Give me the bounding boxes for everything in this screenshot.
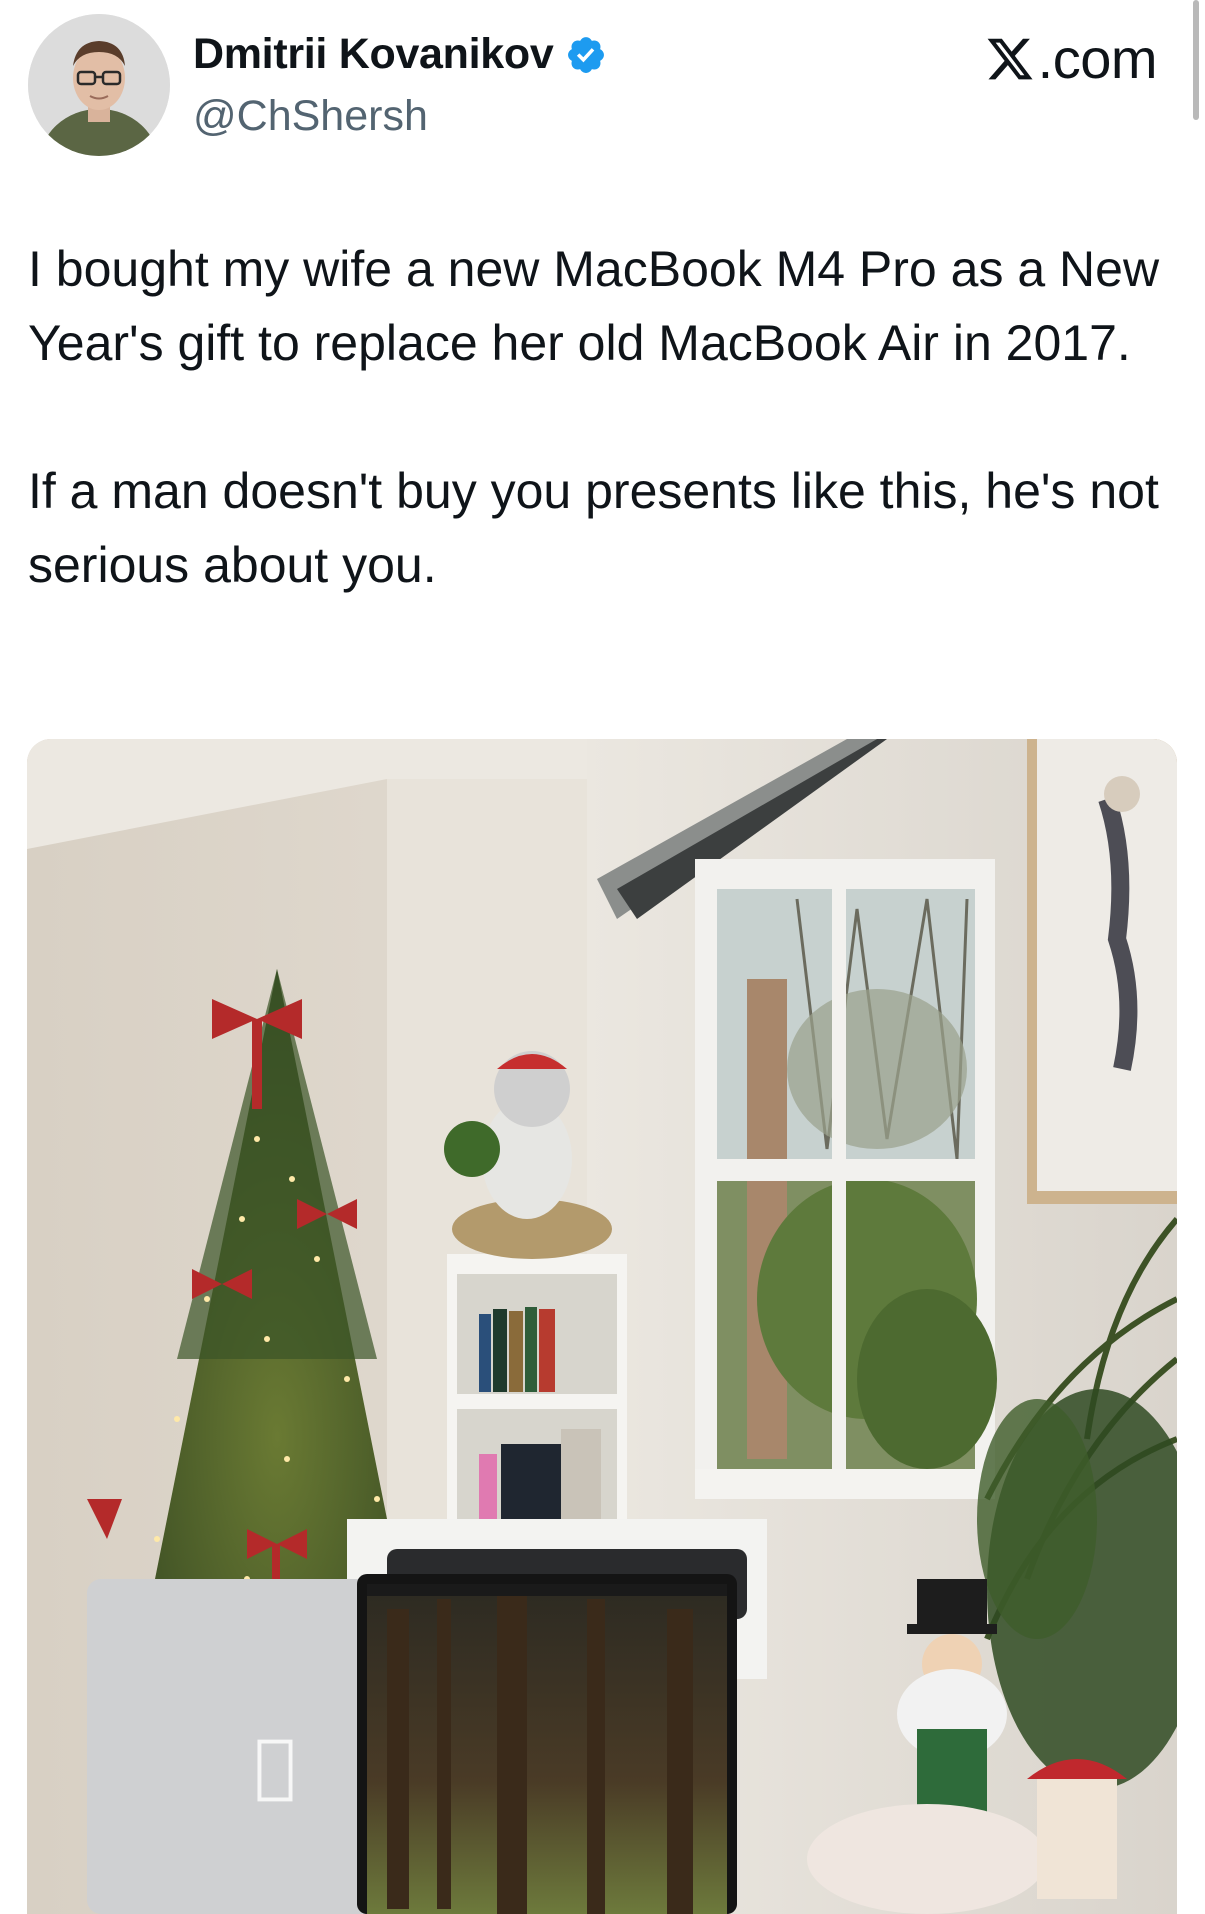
scrollbar[interactable] bbox=[1193, 0, 1199, 120]
apple-logo:  bbox=[254, 1724, 296, 1806]
tweet-screenshot: Dmitrii Kovanikov @ChShersh .com I bough… bbox=[0, 0, 1205, 1914]
author-display-name[interactable]: Dmitrii Kovanikov bbox=[193, 30, 554, 79]
profile-photo bbox=[28, 14, 170, 156]
site-domain: .com bbox=[1037, 27, 1158, 90]
tweet-photo[interactable]:  bbox=[27, 739, 1177, 1914]
tweet-text: I bought my wife a new MacBook M4 Pro as… bbox=[28, 232, 1178, 602]
site-label[interactable]: .com bbox=[984, 26, 1158, 91]
author-name-row[interactable]: Dmitrii Kovanikov bbox=[193, 30, 607, 79]
x-logo-icon bbox=[987, 38, 1033, 79]
room-photo:  bbox=[27, 739, 1177, 1914]
author-handle[interactable]: @ChShersh bbox=[193, 92, 428, 141]
verified-badge-icon bbox=[568, 36, 605, 73]
tweet-paragraph: I bought my wife a new MacBook M4 Pro as… bbox=[28, 241, 1160, 371]
avatar[interactable] bbox=[28, 14, 170, 156]
tweet-paragraph: If a man doesn't buy you presents like t… bbox=[28, 463, 1159, 593]
